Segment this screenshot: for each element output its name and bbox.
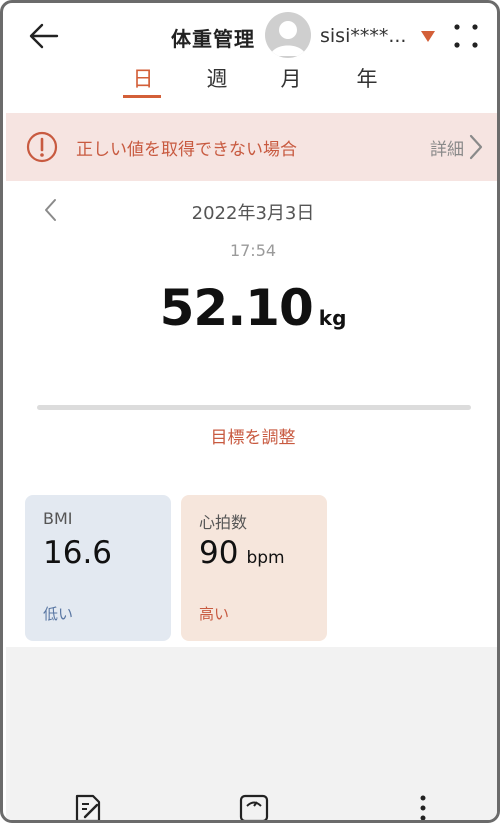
user-name[interactable]: sisi****... [320, 25, 406, 47]
weight-reading: 52.10 kg [3, 279, 497, 337]
banner-message: 正しい値を取得できない場合 [76, 140, 297, 160]
bmi-card[interactable]: BMI 16.6 低い [25, 495, 171, 641]
heart-rate-label: 心拍数 [199, 513, 248, 532]
chevron-right-icon[interactable] [468, 133, 484, 161]
edit-record-button[interactable] [73, 793, 103, 820]
period-tabs: 日 週 月 年 [3, 61, 497, 101]
warning-banner[interactable]: 正しい値を取得できない場合 詳細 [6, 113, 497, 181]
details-link[interactable]: 詳細 [430, 135, 464, 160]
info-circle-icon [26, 131, 58, 163]
more-vertical-icon [420, 795, 426, 820]
user-avatar-icon [270, 21, 306, 56]
weight-unit: kg [318, 306, 347, 330]
scale-icon [239, 794, 269, 820]
measurement-time: 17:54 [229, 241, 277, 260]
avatar[interactable] [265, 12, 311, 58]
arrow-left-icon [29, 23, 59, 49]
grid-dots-button[interactable] [453, 23, 479, 49]
tab-day[interactable]: 日 [123, 63, 163, 93]
goal-progress-bar [37, 405, 471, 410]
scale-button[interactable] [239, 793, 269, 820]
heart-rate-card[interactable]: 心拍数 90 bpm 高い [181, 495, 327, 641]
measurement-date: 2022年3月3日 [191, 203, 315, 224]
heart-rate-status: 高い [199, 605, 230, 623]
more-options-button[interactable] [417, 793, 429, 820]
heart-rate-unit: bpm [246, 548, 285, 568]
bmi-label: BMI [43, 509, 73, 528]
adjust-goal-link[interactable]: 目標を調整 [3, 423, 497, 448]
edit-note-icon [75, 794, 101, 820]
active-tab-indicator [123, 95, 161, 98]
user-dropdown-icon[interactable] [421, 31, 435, 42]
tab-month[interactable]: 月 [271, 63, 311, 93]
tab-week[interactable]: 週 [197, 63, 237, 93]
app-screen: 体重管理 sisi****... 日 週 月 年 正しい値を取得できない場合 詳… [0, 0, 500, 823]
back-button[interactable] [27, 19, 61, 53]
bmi-status: 低い [43, 605, 74, 623]
heart-rate-reading: 90 bpm [199, 535, 285, 571]
weight-value: 52.10 [159, 279, 314, 337]
page-title: 体重管理 [171, 27, 255, 51]
heart-rate-value: 90 [199, 535, 239, 571]
grid-dots-icon [454, 24, 478, 48]
tab-year[interactable]: 年 [347, 63, 387, 93]
bmi-value: 16.6 [43, 535, 113, 571]
